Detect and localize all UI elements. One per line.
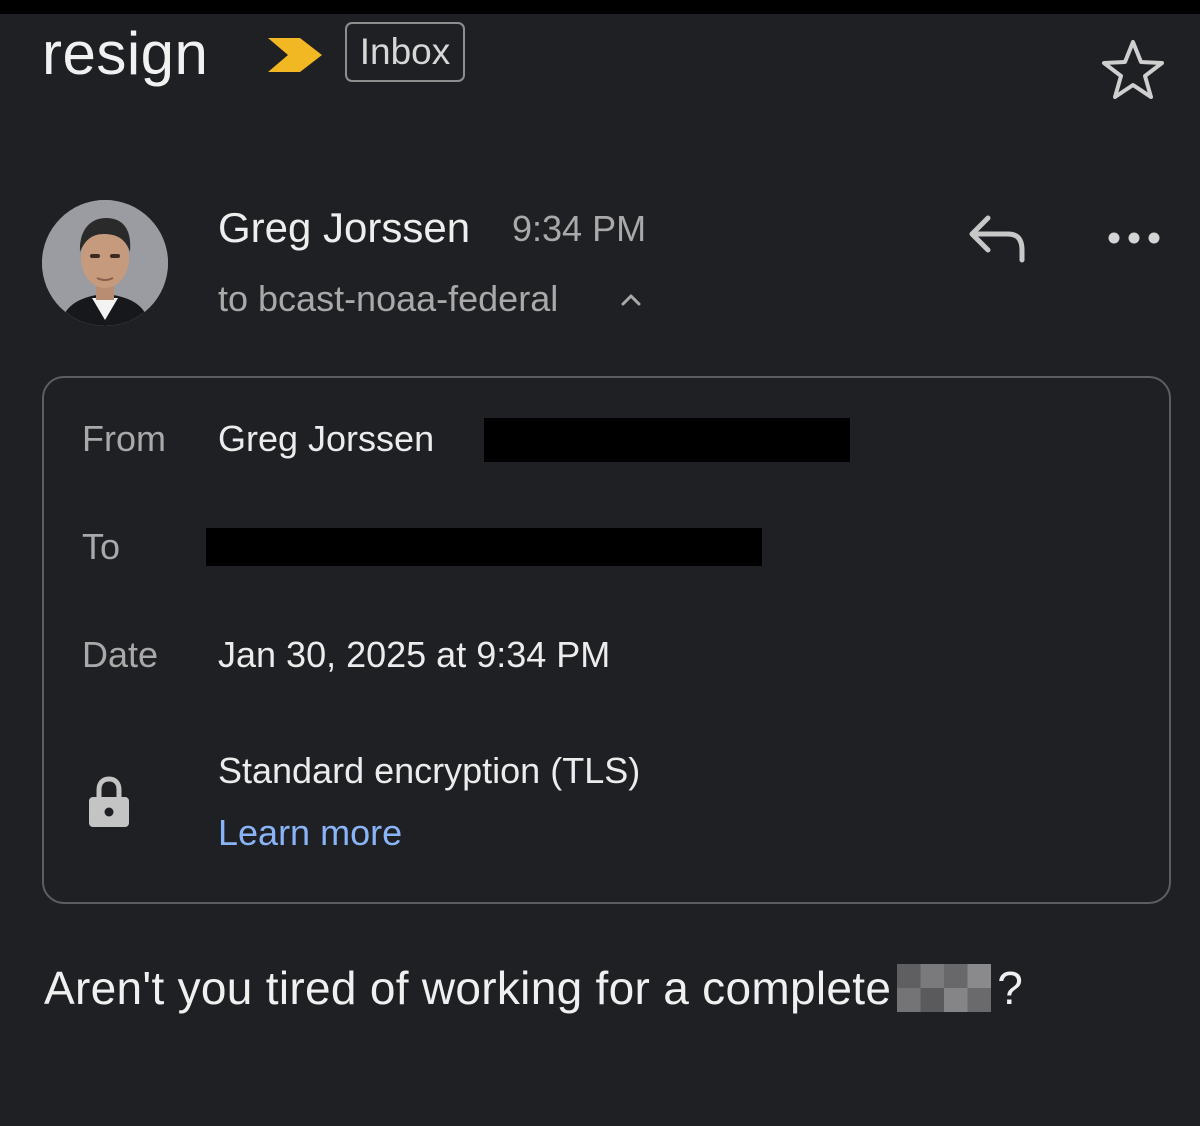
lock-icon [89, 776, 129, 827]
top-status-strip [0, 0, 1200, 14]
message-details-panel: From Greg Jorssen To Date Jan 30, 2025 a… [42, 376, 1171, 904]
reply-icon[interactable] [964, 212, 1030, 264]
date-label: Date [82, 634, 159, 675]
avatar-photo [42, 200, 168, 326]
star-icon[interactable] [1100, 38, 1166, 102]
recipient-summary[interactable]: to bcast-noaa-federal [218, 276, 558, 322]
from-value: Greg Jorssen [218, 418, 435, 459]
date-value: Jan 30, 2025 at 9:34 PM [218, 634, 611, 675]
more-options-icon[interactable] [1104, 224, 1164, 252]
importance-marker-icon[interactable] [266, 36, 324, 74]
message-body: Aren't you tired of working for a comple… [44, 960, 1023, 1016]
redacted-recipient-address [206, 528, 762, 566]
to-label: To [82, 526, 121, 567]
inbox-label-chip[interactable]: Inbox [345, 22, 465, 82]
pixelated-censored-word [897, 964, 992, 1012]
body-text-end: ? [997, 962, 1024, 1014]
from-label: From [82, 418, 166, 459]
chevron-up-icon[interactable] [616, 286, 646, 312]
email-subject: resign [42, 20, 209, 87]
encryption-status: Standard encryption (TLS) [218, 750, 641, 791]
redacted-sender-address [484, 418, 850, 462]
message-time: 9:34 PM [512, 208, 647, 249]
body-text-start: Aren't you tired of working for a comple… [44, 962, 892, 1014]
learn-more-link[interactable]: Learn more [218, 810, 402, 856]
sender-name[interactable]: Greg Jorssen [218, 202, 470, 254]
sender-avatar[interactable] [42, 200, 168, 326]
